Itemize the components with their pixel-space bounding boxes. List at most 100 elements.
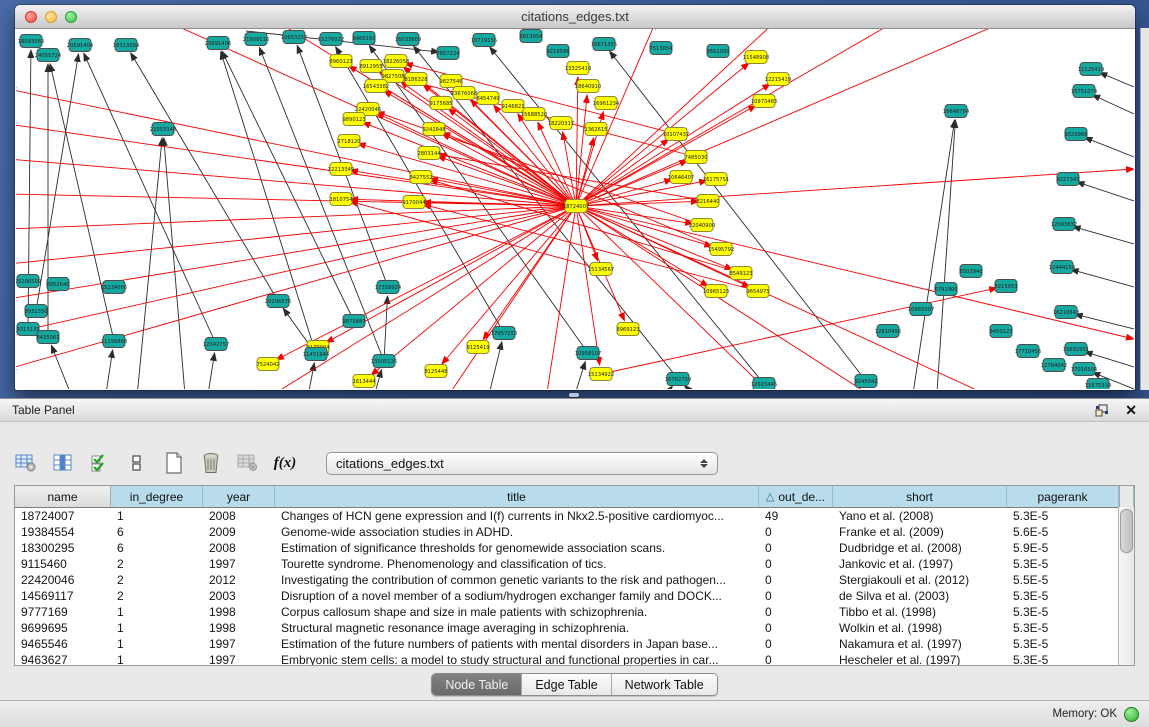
vertical-scrollbar[interactable] xyxy=(1118,507,1134,665)
network-canvas[interactable]: 1872400789601238912955182260589827508165… xyxy=(16,29,1134,389)
cell-in_degree[interactable]: 2 xyxy=(111,588,203,604)
graph-edge[interactable] xyxy=(1073,226,1134,244)
cell-title[interactable]: Estimation of the future numbers of pati… xyxy=(275,636,759,652)
cell-title[interactable]: Investigating the contribution of common… xyxy=(275,572,759,588)
cell-name[interactable]: 18300295 xyxy=(15,540,111,556)
cell-short[interactable]: Dudbridge et al. (2008) xyxy=(833,540,1007,556)
graph-node-11548908[interactable]: 11548908 xyxy=(743,51,769,64)
tab-node-table[interactable]: Node Table xyxy=(432,674,521,695)
graph-node-9329966[interactable]: 9329966 xyxy=(1064,128,1087,141)
graph-edge[interactable] xyxy=(571,362,585,389)
cell-short[interactable]: Tibbo et al. (1998) xyxy=(833,604,1007,620)
cell-name[interactable]: 9777169 xyxy=(15,604,111,620)
cell-year[interactable]: 1998 xyxy=(203,604,275,620)
graph-node-12215419[interactable]: 12215419 xyxy=(765,73,791,86)
graph-node-8969123[interactable]: 8969123 xyxy=(616,323,639,336)
cell-short[interactable]: Franke et al. (2009) xyxy=(833,524,1007,540)
graph-node-23676068[interactable]: 23676068 xyxy=(451,87,477,100)
show-columns-icon[interactable] xyxy=(51,451,75,475)
cell-out_de[interactable]: 0 xyxy=(759,524,833,540)
minimize-window-icon[interactable] xyxy=(45,11,57,23)
graph-edge[interactable] xyxy=(601,288,997,374)
graph-node-13325419[interactable]: 13325419 xyxy=(565,62,591,75)
cell-short[interactable]: Nakamura et al. (1997) xyxy=(833,636,1007,652)
graph-edge[interactable] xyxy=(36,54,79,311)
column-header-year[interactable]: year xyxy=(203,486,275,507)
graph-node-10958107[interactable]: 10958107 xyxy=(575,347,601,360)
select-all-columns-icon[interactable] xyxy=(88,451,112,475)
graph-edge[interactable] xyxy=(576,29,656,206)
graph-edge[interactable] xyxy=(166,29,576,206)
graph-edge[interactable] xyxy=(206,353,215,389)
graph-edge[interactable] xyxy=(576,139,669,206)
cell-pagerank[interactable]: 5.3E-5 xyxy=(1007,636,1119,652)
float-panel-icon[interactable] xyxy=(1095,404,1109,417)
cell-in_degree[interactable]: 1 xyxy=(111,652,203,666)
graph-edge[interactable] xyxy=(276,206,576,360)
graph-node-16033809[interactable]: 16033809 xyxy=(395,33,421,46)
table-row-9463627[interactable]: 946362711997Embryonic stem cells: a mode… xyxy=(15,652,1134,666)
graph-node-8912955[interactable]: 8912955 xyxy=(359,60,382,73)
graph-edge[interactable] xyxy=(1077,182,1134,201)
graph-edge[interactable] xyxy=(1099,72,1134,87)
graph-node-7524042[interactable]: 7524042 xyxy=(256,358,279,371)
graph-edge[interactable] xyxy=(656,386,672,389)
graph-node-15688520[interactable]: 15688520 xyxy=(521,108,547,121)
graph-node-9561000[interactable]: 9561000 xyxy=(706,45,729,58)
graph-edge[interactable] xyxy=(84,53,216,344)
cell-in_degree[interactable]: 1 xyxy=(111,604,203,620)
graph-node-18724007[interactable]: 18724007 xyxy=(563,200,589,213)
cell-out_de[interactable]: 49 xyxy=(759,508,833,524)
unselect-columns-icon[interactable] xyxy=(125,451,149,475)
cell-year[interactable]: 2008 xyxy=(203,508,275,524)
graph-edge[interactable] xyxy=(911,120,955,389)
graph-edge[interactable] xyxy=(336,47,504,333)
graph-node-15692951[interactable]: 15692951 xyxy=(1063,343,1089,356)
graph-node-18226058[interactable]: 18226058 xyxy=(383,55,409,68)
cell-in_degree[interactable]: 2 xyxy=(111,572,203,588)
cell-title[interactable]: Tourette syndrome. Phenomenology and cla… xyxy=(275,556,759,572)
cell-name[interactable]: 19384554 xyxy=(15,524,111,540)
cell-year[interactable]: 2003 xyxy=(203,588,275,604)
graph-node-12093832[interactable]: 12093832 xyxy=(1051,218,1077,231)
graph-node-16648784[interactable]: 16648784 xyxy=(943,105,970,118)
graph-node-12764042[interactable]: 12764042 xyxy=(1041,359,1067,372)
column-header-in_degree[interactable]: in_degree xyxy=(111,486,203,507)
graph-node-6502940[interactable]: 6502940 xyxy=(959,265,982,278)
zoom-window-icon[interactable] xyxy=(65,11,77,23)
graph-node-8931350[interactable]: 8931350 xyxy=(24,305,47,318)
cell-in_degree[interactable]: 1 xyxy=(111,620,203,636)
graph-node-20591404[interactable]: 20591404 xyxy=(67,39,94,52)
cell-out_de[interactable]: 0 xyxy=(759,572,833,588)
graph-edge[interactable] xyxy=(576,206,693,224)
graph-node-20206576[interactable]: 20206576 xyxy=(265,295,291,308)
cell-name[interactable]: 22420046 xyxy=(15,572,111,588)
graph-edge[interactable] xyxy=(266,206,576,389)
graph-node-7857224[interactable]: 7857224 xyxy=(436,47,460,60)
graph-node-24055724[interactable]: 24055724 xyxy=(35,49,62,62)
graph-node-12923446[interactable]: 12923446 xyxy=(751,378,777,390)
graph-node-1613444[interactable]: 1613444 xyxy=(352,375,376,388)
graph-node-10719155[interactable]: 10719155 xyxy=(471,34,497,47)
cell-year[interactable]: 1997 xyxy=(203,636,275,652)
cell-out_de[interactable]: 0 xyxy=(759,540,833,556)
cell-short[interactable]: de Silva et al. (2003) xyxy=(833,588,1007,604)
function-builder-icon[interactable]: f(x) xyxy=(273,451,297,475)
graph-node-15495792[interactable]: 15495792 xyxy=(708,243,734,256)
cell-name[interactable]: 14569117 xyxy=(15,588,111,604)
column-header-short[interactable]: short xyxy=(833,486,1007,507)
graph-edge[interactable] xyxy=(221,52,316,354)
graph-node-2718120[interactable]: 2718120 xyxy=(337,135,360,148)
graph-node-16961234[interactable]: 16961234 xyxy=(593,97,620,110)
graph-edge[interactable] xyxy=(16,194,576,206)
graph-node-11125419[interactable]: 11125419 xyxy=(1078,63,1104,76)
graph-node-18640910[interactable]: 18640910 xyxy=(575,80,601,93)
graph-node-18220317[interactable]: 18220317 xyxy=(548,117,574,130)
table-row-9465546[interactable]: 946554611997Estimation of the future num… xyxy=(15,636,1134,652)
cell-name[interactable]: 9699695 xyxy=(15,620,111,636)
graph-edge[interactable] xyxy=(50,64,114,341)
cell-pagerank[interactable]: 5.3E-5 xyxy=(1007,588,1119,604)
graph-node-20691406[interactable]: 20691406 xyxy=(205,37,231,50)
graph-node-7485030[interactable]: 7485030 xyxy=(684,151,707,164)
graph-node-21053346[interactable]: 21053346 xyxy=(150,123,176,136)
